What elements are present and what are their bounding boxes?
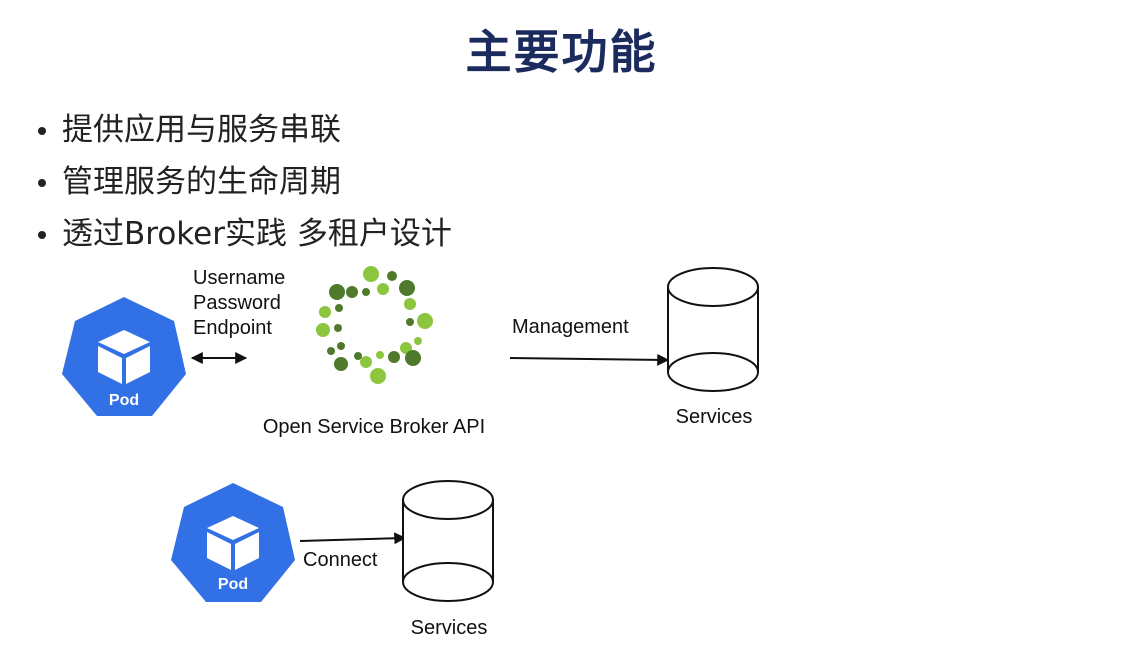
services-label-bottom: Services xyxy=(411,617,488,639)
pod-label: Pod xyxy=(218,576,248,593)
pod-icon-bottom: Pod xyxy=(171,483,295,602)
credential-username: Username xyxy=(193,267,285,289)
credential-endpoint: Endpoint xyxy=(193,317,272,339)
credential-password: Password xyxy=(193,292,281,314)
pod-label: Pod xyxy=(109,392,139,409)
management-label: Management xyxy=(512,316,629,338)
management-arrow xyxy=(509,353,670,366)
open-service-broker-logo xyxy=(316,266,433,384)
pod-icon-top: Pod xyxy=(62,297,186,416)
services-label-top: Services xyxy=(676,406,753,428)
connect-label: Connect xyxy=(303,549,378,571)
services-database-icon-bottom xyxy=(402,480,494,602)
services-database-icon-top xyxy=(667,267,759,392)
broker-api-label: Open Service Broker API xyxy=(263,416,485,438)
connect-arrow xyxy=(299,532,407,545)
service-broker-diagram: Pod Username Password Endpoint Open Serv… xyxy=(62,266,759,639)
